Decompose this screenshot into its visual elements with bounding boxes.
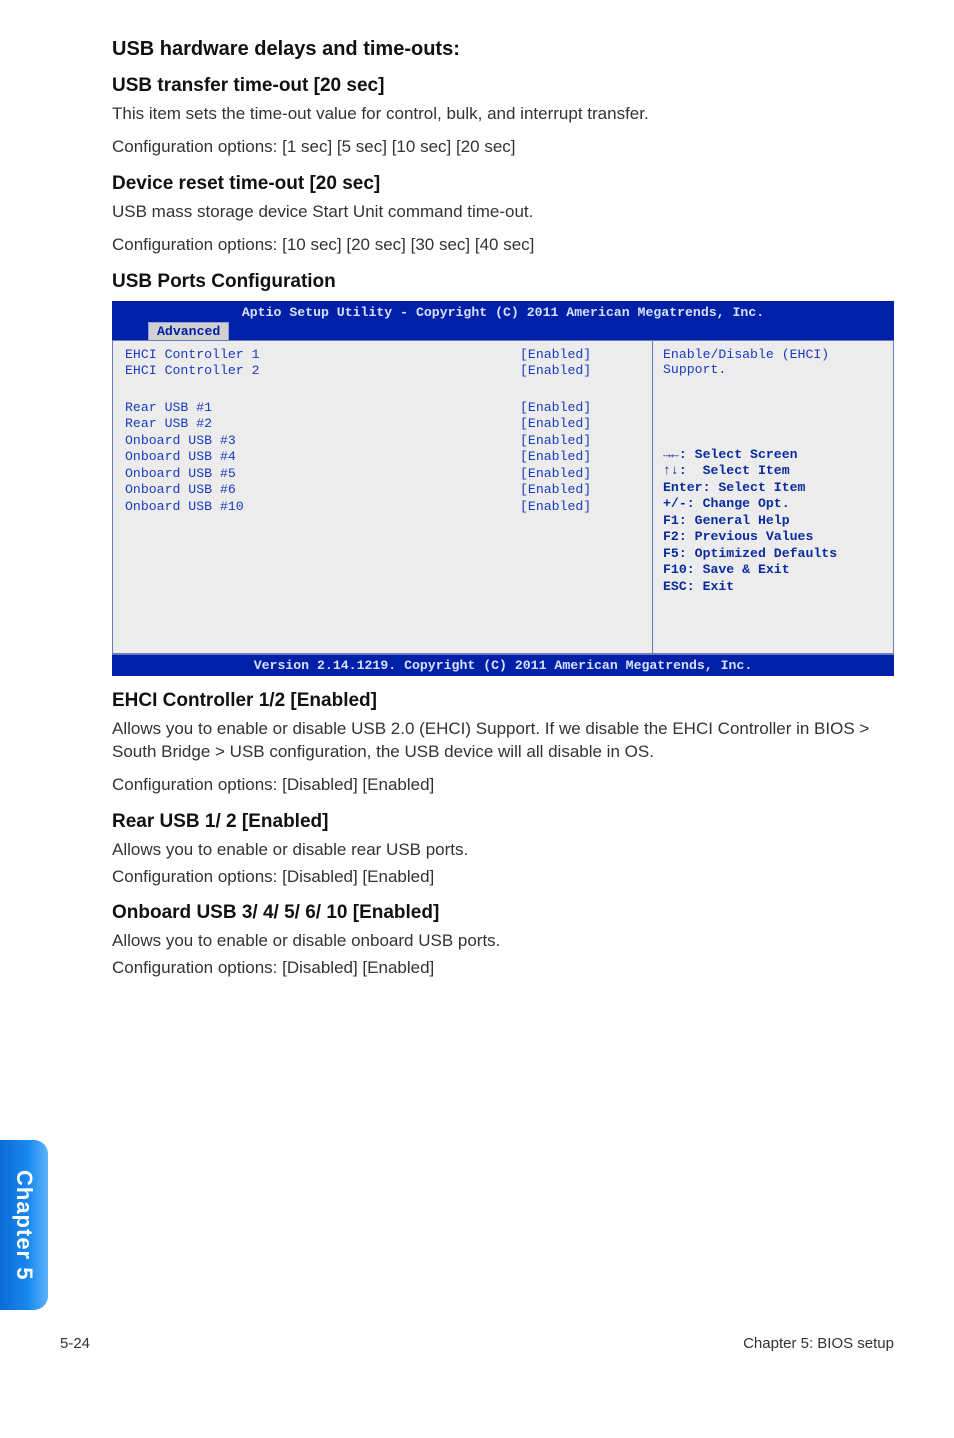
bios-setting-value: [Enabled] xyxy=(520,400,640,417)
paragraph: This item sets the time-out value for co… xyxy=(112,103,894,126)
page-footer: 5-24 Chapter 5: BIOS setup xyxy=(60,1335,894,1352)
bios-setting-label: Onboard USB #3 xyxy=(125,433,520,450)
bios-screenshot: Aptio Setup Utility - Copyright (C) 2011… xyxy=(112,301,894,676)
bios-row[interactable]: EHCI Controller 2 [Enabled] xyxy=(125,363,640,380)
bios-help-description: Enable/Disable (EHCI) Support. xyxy=(663,347,883,377)
bios-row[interactable]: Onboard USB #4 [Enabled] xyxy=(125,449,640,466)
heading-usb-transfer-timeout: USB transfer time-out [20 sec] xyxy=(112,75,894,97)
heading-rear-usb: Rear USB 1/ 2 [Enabled] xyxy=(112,811,894,833)
bios-row[interactable]: Onboard USB #6 [Enabled] xyxy=(125,482,640,499)
paragraph: Configuration options: [Disabled] [Enabl… xyxy=(112,866,894,889)
bios-setting-label: Rear USB #1 xyxy=(125,400,520,417)
bios-setting-label: Onboard USB #4 xyxy=(125,449,520,466)
bios-body: EHCI Controller 1 [Enabled] EHCI Control… xyxy=(112,340,894,654)
bios-setting-value: [Enabled] xyxy=(520,416,640,433)
bios-left-panel: EHCI Controller 1 [Enabled] EHCI Control… xyxy=(113,341,653,653)
paragraph: Configuration options: [Disabled] [Enabl… xyxy=(112,774,894,797)
bios-setting-value: [Enabled] xyxy=(520,433,640,450)
heading-usb-ports-configuration: USB Ports Configuration xyxy=(112,271,894,293)
bios-setting-label: EHCI Controller 2 xyxy=(125,363,520,380)
bios-setting-label: Onboard USB #10 xyxy=(125,499,520,516)
bios-title: Aptio Setup Utility - Copyright (C) 2011… xyxy=(120,305,886,322)
heading-onboard-usb: Onboard USB 3/ 4/ 5/ 6/ 10 [Enabled] xyxy=(112,902,894,924)
bios-setting-value: [Enabled] xyxy=(520,499,640,516)
bios-setting-label: Onboard USB #5 xyxy=(125,466,520,483)
paragraph: Configuration options: [Disabled] [Enabl… xyxy=(112,957,894,980)
chapter-side-tab: Chapter 5 xyxy=(0,1140,48,1310)
bios-row[interactable]: Onboard USB #3 [Enabled] xyxy=(125,433,640,450)
bios-setting-label: EHCI Controller 1 xyxy=(125,347,520,364)
chapter-side-tab-label: Chapter 5 xyxy=(11,1170,37,1280)
bios-setting-label: Onboard USB #6 xyxy=(125,482,520,499)
bios-row[interactable]: Rear USB #1 [Enabled] xyxy=(125,400,640,417)
bios-row[interactable]: Onboard USB #5 [Enabled] xyxy=(125,466,640,483)
bios-setting-value: [Enabled] xyxy=(520,347,640,364)
bios-row[interactable]: Onboard USB #10 [Enabled] xyxy=(125,499,640,516)
paragraph: Configuration options: [10 sec] [20 sec]… xyxy=(112,234,894,257)
paragraph: Allows you to enable or disable USB 2.0 … xyxy=(112,718,894,764)
bios-right-panel: Enable/Disable (EHCI) Support. →←: Selec… xyxy=(653,341,893,653)
bios-setting-value: [Enabled] xyxy=(520,482,640,499)
bios-setting-value: [Enabled] xyxy=(520,363,640,380)
heading-ehci-controller: EHCI Controller 1/2 [Enabled] xyxy=(112,690,894,712)
heading-usb-hardware-delays: USB hardware delays and time-outs: xyxy=(112,38,894,61)
bios-footer: Version 2.14.1219. Copyright (C) 2011 Am… xyxy=(112,654,894,676)
bios-tab-advanced[interactable]: Advanced xyxy=(148,322,229,340)
bios-setting-label: Rear USB #2 xyxy=(125,416,520,433)
page-number: 5-24 xyxy=(60,1335,90,1352)
bios-setting-value: [Enabled] xyxy=(520,466,640,483)
paragraph: Allows you to enable or disable onboard … xyxy=(112,930,894,953)
paragraph: USB mass storage device Start Unit comma… xyxy=(112,201,894,224)
bios-row[interactable]: Rear USB #2 [Enabled] xyxy=(125,416,640,433)
spacer xyxy=(125,380,640,400)
paragraph: Configuration options: [1 sec] [5 sec] [… xyxy=(112,136,894,159)
document-page: USB hardware delays and time-outs: USB t… xyxy=(0,0,954,1380)
bios-key-help: →←: Select Screen ↑↓: Select Item Enter:… xyxy=(663,447,883,596)
bios-row[interactable]: EHCI Controller 1 [Enabled] xyxy=(125,347,640,364)
bios-setting-value: [Enabled] xyxy=(520,449,640,466)
heading-device-reset-timeout: Device reset time-out [20 sec] xyxy=(112,173,894,195)
bios-tab-row: Advanced xyxy=(120,322,886,340)
bios-header: Aptio Setup Utility - Copyright (C) 2011… xyxy=(112,301,894,340)
chapter-label: Chapter 5: BIOS setup xyxy=(743,1335,894,1352)
paragraph: Allows you to enable or disable rear USB… xyxy=(112,839,894,862)
